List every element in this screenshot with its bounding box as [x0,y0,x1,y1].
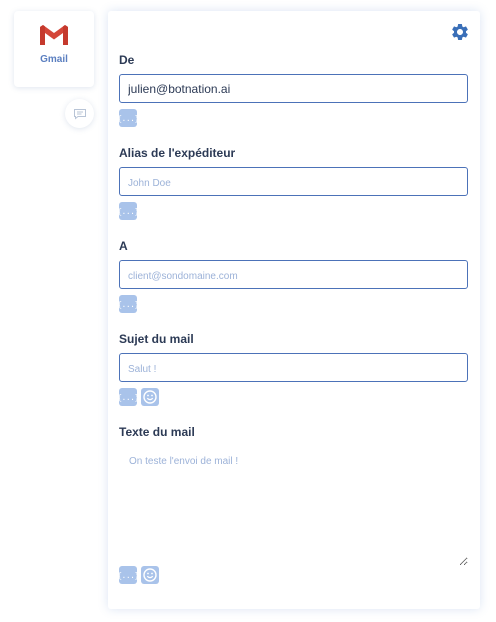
emoji-button-subject[interactable] [141,388,159,406]
smiley-icon [143,390,157,404]
comment-icon [73,108,86,120]
smiley-icon [143,568,157,582]
emoji-button-body[interactable] [141,566,159,584]
alias-label: Alias de l'expéditeur [119,146,236,160]
to-input[interactable] [119,260,468,289]
insert-variable-button-body[interactable]: {...} [117,566,139,584]
body-label: Texte du mail [119,425,195,439]
subject-input[interactable] [119,353,468,382]
insert-variable-button-alias[interactable]: {...} [117,202,139,220]
insert-variable-button-subject[interactable]: {...} [117,388,139,406]
from-input[interactable] [119,74,468,103]
gear-icon[interactable] [450,22,470,42]
insert-variable-button-to[interactable]: {...} [117,295,139,313]
gmail-settings-panel: De {...} Alias de l'expéditeur {...} A {… [108,11,480,609]
comment-button[interactable] [65,99,94,128]
gmail-logo-icon [40,25,68,45]
node-label: Gmail [40,54,68,65]
gmail-node-card[interactable]: Gmail [14,11,94,87]
to-label: A [119,239,128,253]
insert-variable-button-from[interactable]: {...} [117,109,139,127]
alias-input[interactable] [119,167,468,196]
from-label: De [119,53,135,67]
workflow-stage: Gmail De {...} Alias de l'expéditeur {..… [0,0,496,622]
subject-label: Sujet du mail [119,332,194,346]
body-textarea[interactable] [119,446,468,566]
